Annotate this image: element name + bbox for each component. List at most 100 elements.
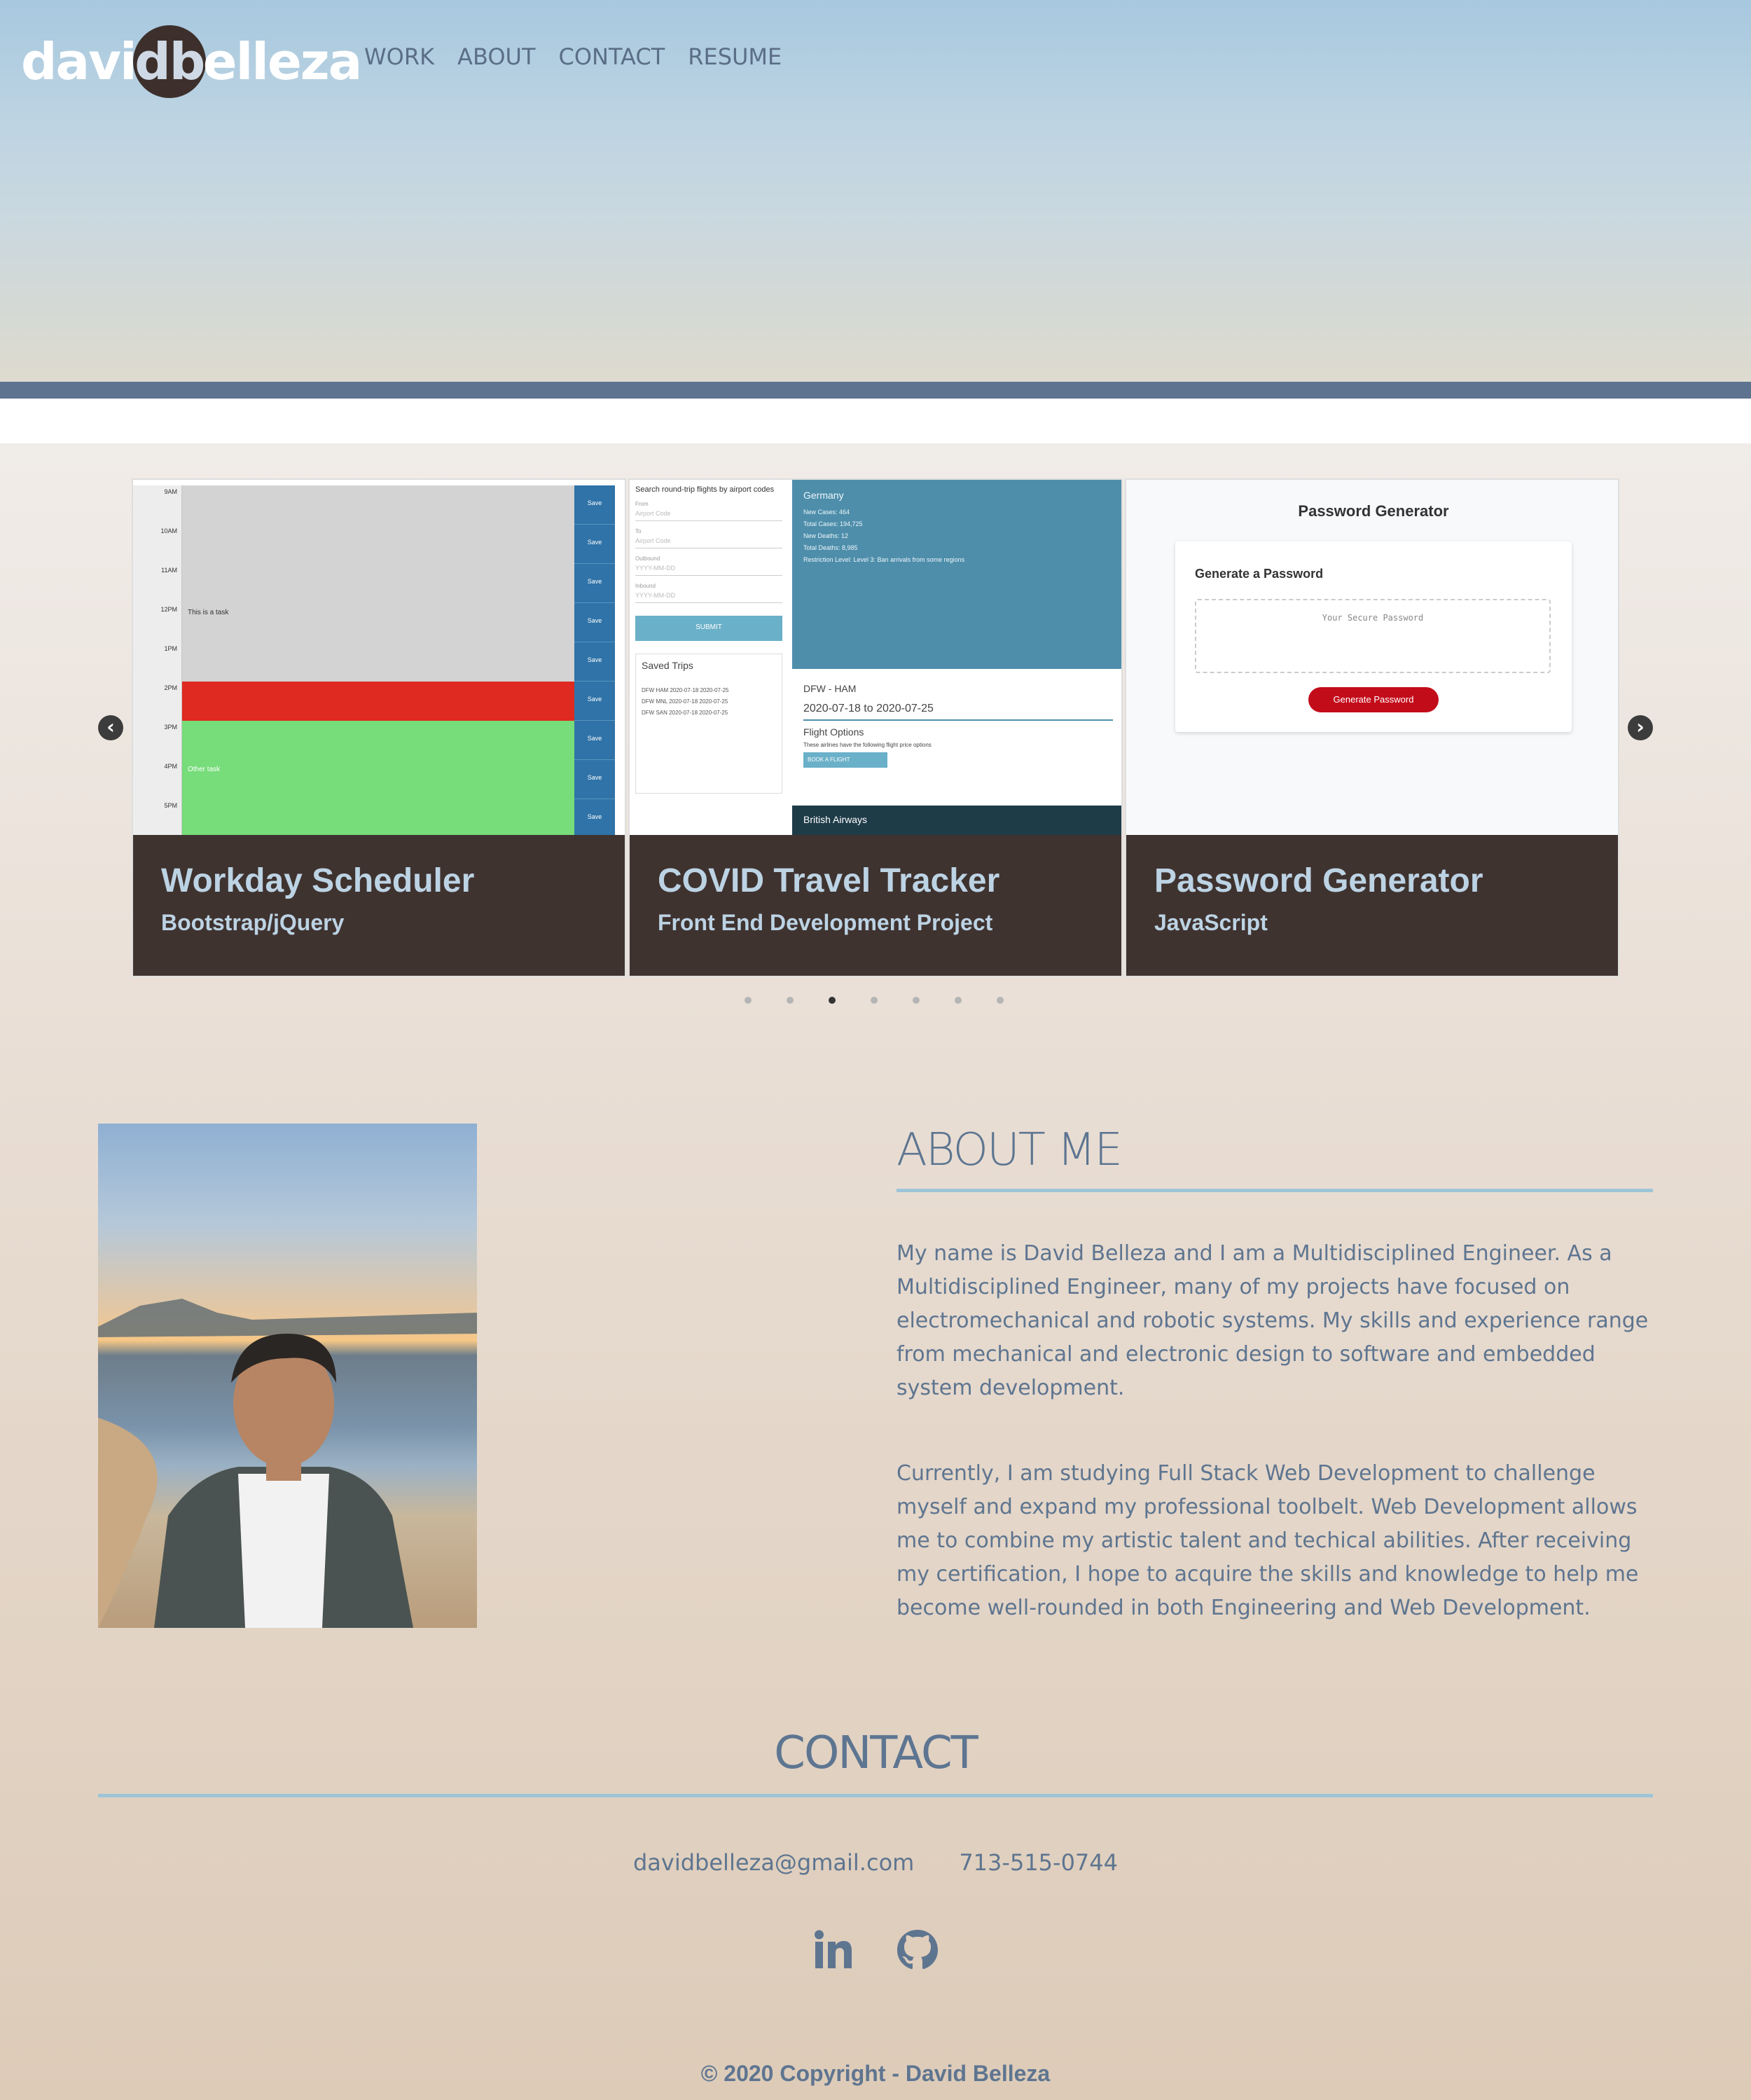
chevron-right-icon: › bbox=[1636, 715, 1645, 738]
password-heading: Password Generator bbox=[1298, 502, 1449, 520]
covid-route: DFW - HAM bbox=[803, 683, 857, 694]
scheduler-row: 10AM Save bbox=[133, 525, 625, 564]
card-caption: Workday Scheduler Bootstrap/jQuery bbox=[133, 835, 625, 976]
section-spacer bbox=[0, 399, 1751, 443]
scheduler-save-button[interactable]: Save bbox=[574, 760, 615, 799]
contact-title: CONTACT bbox=[774, 1727, 978, 1779]
scheduler-time-label: 3PM bbox=[133, 721, 182, 760]
covid-from-input[interactable]: Airport Code bbox=[635, 507, 782, 521]
logo-text-left: davi bbox=[21, 32, 137, 91]
scheduler-task-field[interactable]: Other task bbox=[182, 760, 574, 799]
covid-stat: Restriction Level: Level 3: Ban arrivals… bbox=[803, 556, 965, 563]
covid-inbound-input[interactable]: YYYY-MM-DD bbox=[635, 589, 782, 603]
carousel-dot[interactable] bbox=[955, 997, 962, 1004]
covid-country: Germany bbox=[803, 490, 844, 501]
nav-resume-link[interactable]: RESUME bbox=[688, 43, 782, 70]
flight-options-note: These airlines have the following flight… bbox=[803, 742, 932, 748]
carousel-dot[interactable] bbox=[829, 997, 836, 1004]
covid-from-label: From bbox=[635, 501, 649, 507]
saved-trip-item[interactable]: DFW SAN 2020-07-18 2020-07-25 bbox=[642, 707, 776, 719]
scheduler-row: 3PM Save bbox=[133, 721, 625, 760]
project-card-scheduler[interactable]: 9AM Save 10AM Save 11AM Save 12PM This is a tas… bbox=[132, 478, 626, 977]
password-card-title: Generate a Password bbox=[1195, 567, 1324, 581]
covid-outbound-input[interactable]: YYYY-MM-DD bbox=[635, 562, 782, 576]
scheduler-screenshot: 9AM Save 10AM Save 11AM Save 12PM This is a tas… bbox=[133, 480, 625, 835]
flight-options-title: Flight Options bbox=[803, 726, 864, 738]
card-subtitle: JavaScript bbox=[1154, 910, 1268, 935]
covid-to-input[interactable]: Airport Code bbox=[635, 534, 782, 548]
carousel-prev-button[interactable]: ‹ bbox=[98, 715, 123, 740]
scheduler-task-field[interactable] bbox=[182, 721, 574, 760]
scheduler-save-button[interactable]: Save bbox=[574, 564, 615, 603]
hero-divider bbox=[0, 382, 1751, 399]
covid-search-title: Search round-trip flights by airport cod… bbox=[635, 485, 775, 494]
scheduler-row: 11AM Save bbox=[133, 564, 625, 603]
scheduler-task-field[interactable] bbox=[182, 564, 574, 603]
scheduler-time-label: 11AM bbox=[133, 564, 182, 603]
scheduler-time-label: 5PM bbox=[133, 799, 182, 835]
saved-trips-title: Saved Trips bbox=[642, 660, 693, 671]
logo-text-right: elleza bbox=[202, 32, 363, 91]
scheduler-save-button[interactable]: Save bbox=[574, 682, 615, 721]
card-caption: COVID Travel Tracker Front End Developme… bbox=[630, 835, 1121, 976]
password-card: Generate a Password Your Secure Password… bbox=[1175, 541, 1572, 732]
scheduler-task-field[interactable] bbox=[182, 682, 574, 721]
carousel-next-button[interactable]: › bbox=[1628, 715, 1653, 740]
carousel-dot[interactable] bbox=[787, 997, 794, 1004]
carousel-dot[interactable] bbox=[745, 997, 752, 1004]
logo-circle: db bbox=[132, 25, 206, 98]
covid-stat: Total Cases: 194,725 bbox=[803, 520, 863, 527]
site-logo[interactable]: davi db elleza bbox=[21, 20, 363, 104]
scheduler-task-field[interactable] bbox=[182, 485, 574, 525]
saved-trips-panel: Saved Trips DFW HAM 2020-07-18 2020-07-2… bbox=[635, 654, 782, 794]
scheduler-task-field[interactable] bbox=[182, 799, 574, 835]
covid-submit-button[interactable]: SUBMIT bbox=[635, 616, 782, 641]
password-screenshot: Password Generator Generate a Password Y… bbox=[1126, 480, 1618, 835]
scheduler-row: 1PM Save bbox=[133, 642, 625, 682]
about-divider bbox=[897, 1189, 1653, 1192]
github-link[interactable] bbox=[895, 1928, 940, 1973]
password-output[interactable]: Your Secure Password bbox=[1195, 599, 1551, 673]
scheduler-task-field[interactable]: This is a task bbox=[182, 603, 574, 642]
carousel-dot[interactable] bbox=[871, 997, 878, 1004]
contact-email[interactable]: davidbelleza@gmail.com bbox=[633, 1849, 914, 1876]
saved-trip-item[interactable]: DFW HAM 2020-07-18 2020-07-25 bbox=[642, 685, 776, 696]
project-card-covid[interactable]: Search round-trip flights by airport cod… bbox=[628, 478, 1123, 977]
contact-phone[interactable]: 713-515-0744 bbox=[959, 1849, 1118, 1876]
linkedin-link[interactable] bbox=[811, 1928, 856, 1973]
scheduler-time-label: 2PM bbox=[133, 682, 182, 721]
covid-stat: Total Deaths: 8,985 bbox=[803, 544, 858, 551]
scheduler-save-button[interactable]: Save bbox=[574, 642, 615, 682]
main-nav: WORK ABOUT CONTACT RESUME bbox=[364, 43, 782, 70]
github-icon bbox=[897, 1930, 938, 1969]
covid-outbound-label: Outbound bbox=[635, 555, 660, 562]
scheduler-time-label: 9AM bbox=[133, 485, 182, 525]
profile-photo-figure bbox=[98, 1299, 477, 1628]
contact-divider bbox=[98, 1794, 1653, 1797]
nav-contact-link[interactable]: CONTACT bbox=[558, 43, 665, 70]
scheduler-row: 4PM Other task Save bbox=[133, 760, 625, 799]
carousel-dot[interactable] bbox=[913, 997, 920, 1004]
scheduler-row: 5PM Save bbox=[133, 799, 625, 835]
nav-about-link[interactable]: ABOUT bbox=[457, 43, 535, 70]
scheduler-time-label: 12PM bbox=[133, 603, 182, 642]
scheduler-save-button[interactable]: Save bbox=[574, 799, 615, 835]
book-flight-button[interactable]: BOOK A FLIGHT bbox=[803, 752, 887, 768]
scheduler-save-button[interactable]: Save bbox=[574, 525, 615, 564]
saved-trip-item[interactable]: DFW MNL 2020-07-18 2020-07-25 bbox=[642, 696, 776, 707]
scheduler-save-button[interactable]: Save bbox=[574, 721, 615, 760]
card-caption: Password Generator JavaScript bbox=[1126, 835, 1618, 976]
about-paragraph: My name is David Belleza and I am a Mult… bbox=[897, 1241, 1649, 1400]
card-subtitle: Front End Development Project bbox=[658, 910, 993, 935]
project-card-password[interactable]: Password Generator Generate a Password Y… bbox=[1125, 478, 1619, 977]
about-paragraph: Currently, I am studying Full Stack Web … bbox=[897, 1461, 1639, 1620]
generate-password-button[interactable]: Generate Password bbox=[1308, 687, 1439, 712]
scheduler-task-field[interactable] bbox=[182, 525, 574, 564]
nav-work-link[interactable]: WORK bbox=[364, 43, 434, 70]
scheduler-task-field[interactable] bbox=[182, 642, 574, 682]
scheduler-save-button[interactable]: Save bbox=[574, 485, 615, 525]
scheduler-save-button[interactable]: Save bbox=[574, 603, 615, 642]
scheduler-row: 2PM Save bbox=[133, 682, 625, 721]
carousel-dot[interactable] bbox=[997, 997, 1004, 1004]
about-title: ABOUT ME bbox=[897, 1124, 1123, 1176]
